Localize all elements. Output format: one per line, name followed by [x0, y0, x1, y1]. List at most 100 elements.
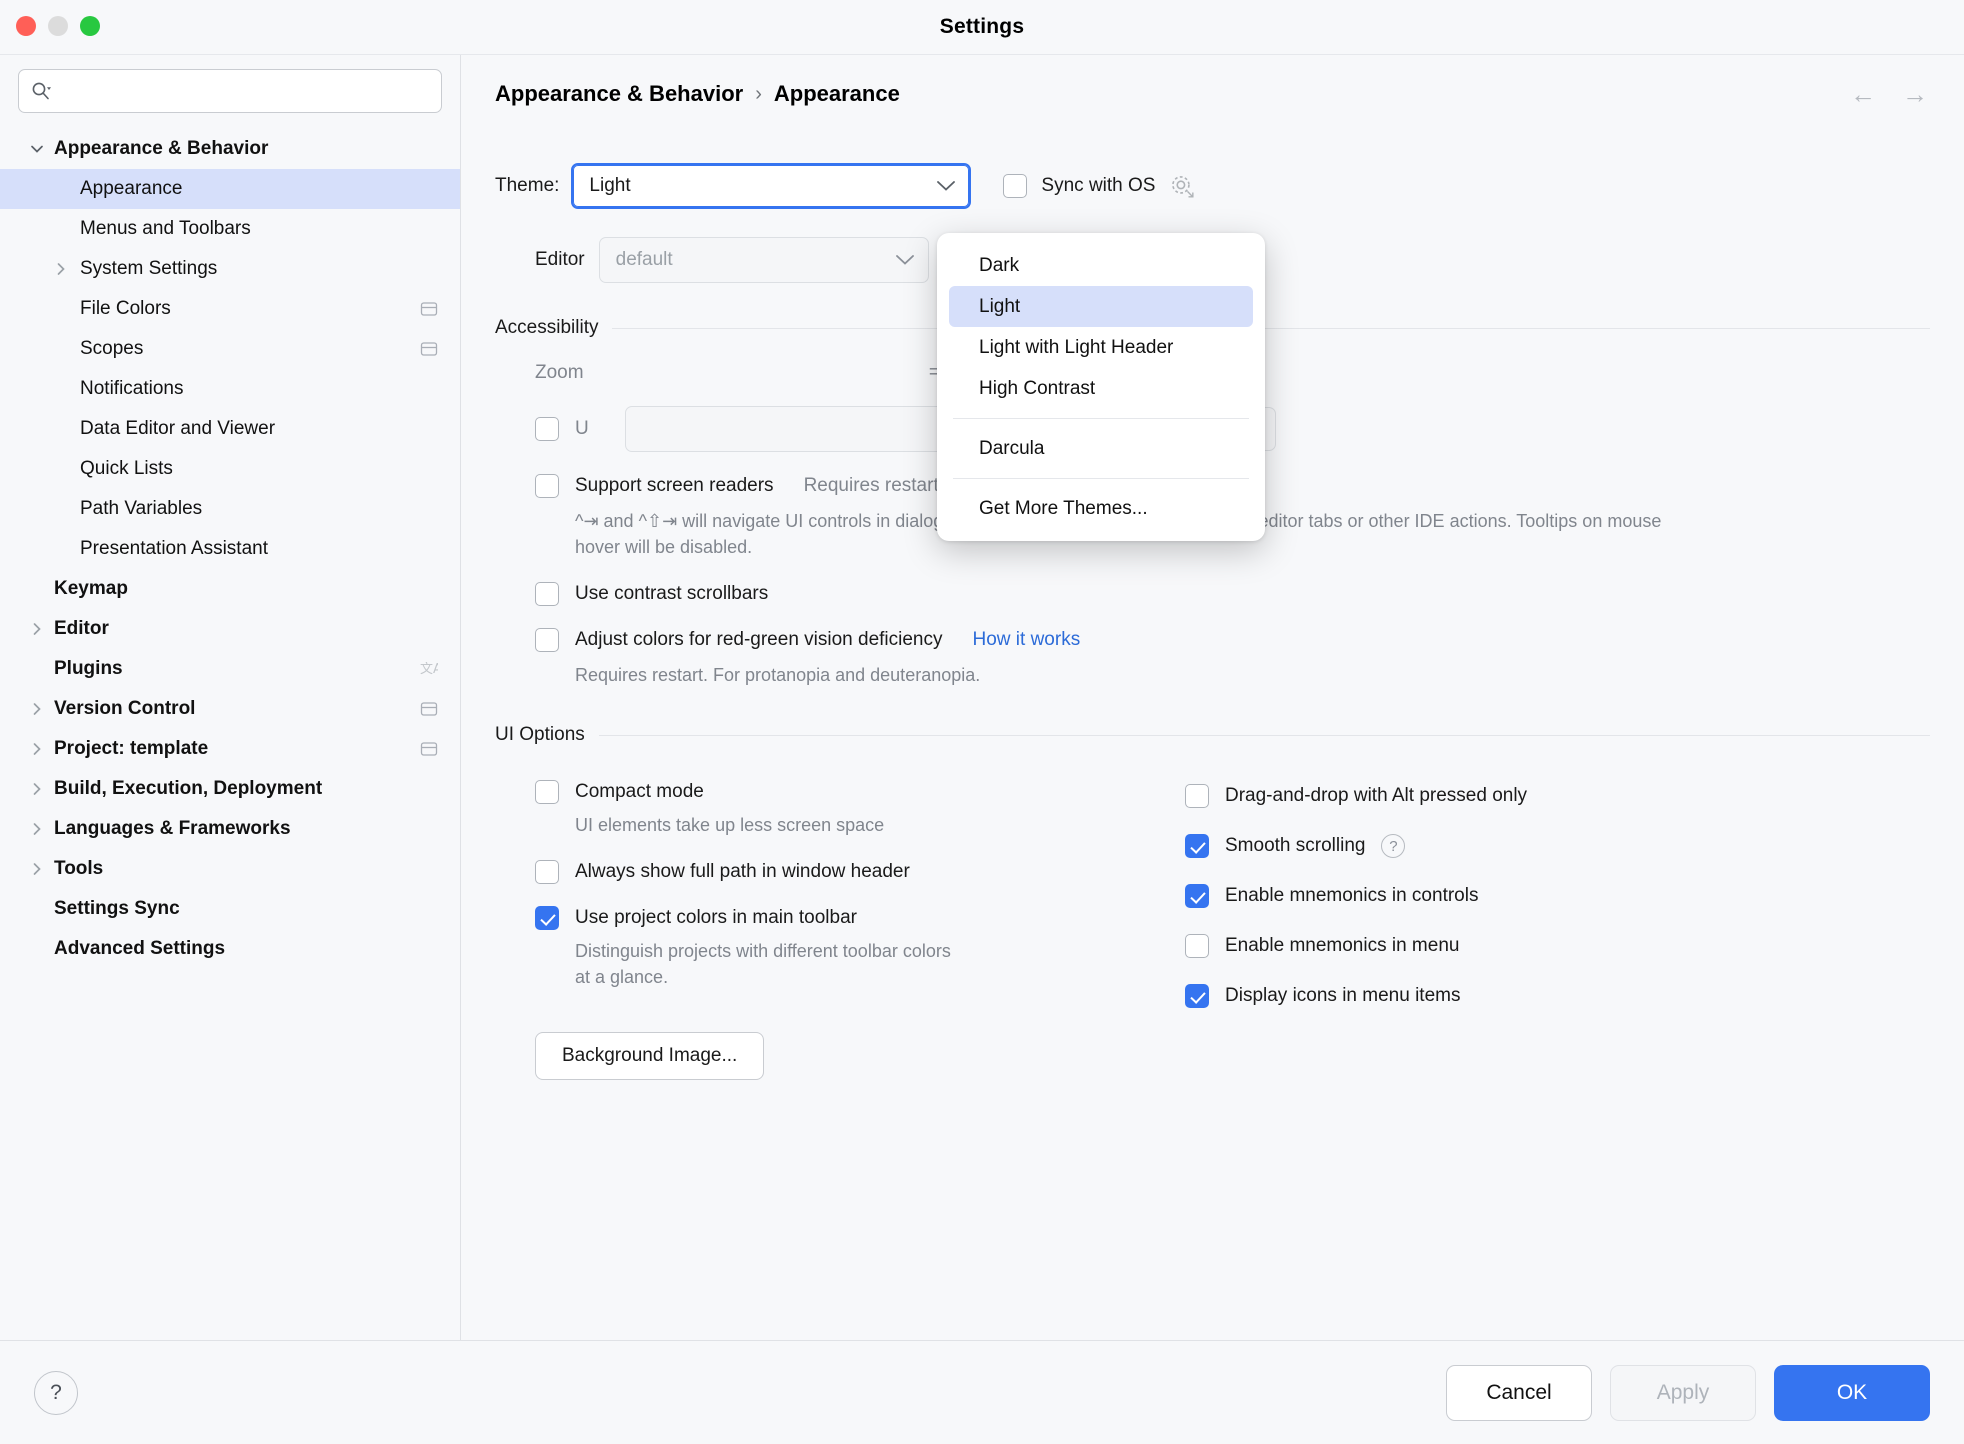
sidebar-item-build-execution-deployment[interactable]: Build, Execution, Deployment [0, 769, 460, 809]
ok-button[interactable]: OK [1774, 1365, 1930, 1421]
breadcrumb-root[interactable]: Appearance & Behavior [495, 81, 743, 107]
support-screen-readers-checkbox[interactable] [535, 474, 559, 498]
dialog-body: Appearance & Behavior Appearance Menus and… [0, 54, 1964, 1340]
sidebar-item-label: Tools [0, 858, 103, 880]
nav-arrows: ← → [1850, 81, 1928, 107]
editor-font-label: Editor [535, 249, 585, 271]
ui-option-compact-mode: Compact mode [495, 780, 1185, 804]
sidebar-item-label: Keymap [0, 578, 128, 600]
chevron-down-icon [937, 181, 955, 192]
sidebar-item-label: Quick Lists [0, 458, 173, 480]
drag-and-drop-with-alt-pressed-only-checkbox[interactable] [1185, 784, 1209, 808]
use-project-colors-in-main-toolbar-checkbox[interactable] [535, 906, 559, 930]
search-box[interactable] [18, 69, 442, 113]
smooth-scrolling-checkbox[interactable] [1185, 834, 1209, 858]
sidebar-item-label: Settings Sync [0, 898, 180, 920]
ui-option-always-show-full-path-in-window-header: Always show full path in window header [495, 860, 1185, 884]
sidebar-item-system-settings[interactable]: System Settings [0, 249, 460, 289]
use-project-colors-in-main-toolbar-description: Distinguish projects with different tool… [495, 938, 965, 990]
sidebar-item-data-editor-and-viewer[interactable]: Data Editor and Viewer [0, 409, 460, 449]
help-icon[interactable]: ? [1381, 834, 1405, 858]
adjust-colors-red-green-checkbox[interactable] [535, 628, 559, 652]
sidebar-item-languages-frameworks[interactable]: Languages & Frameworks [0, 809, 460, 849]
apply-button[interactable]: Apply [1610, 1365, 1756, 1421]
theme-option-get-more-themes[interactable]: Get More Themes... [949, 488, 1253, 529]
chevron-right-icon[interactable] [26, 738, 48, 760]
search-input[interactable] [55, 81, 441, 101]
close-window-icon[interactable] [16, 16, 36, 36]
editor-font-select[interactable]: default [599, 237, 929, 283]
chevron-right-icon[interactable] [26, 858, 48, 880]
sidebar-item-scopes[interactable]: Scopes [0, 329, 460, 369]
chevron-right-icon[interactable] [26, 618, 48, 640]
sidebar-item-project-template[interactable]: Project: template [0, 729, 460, 769]
chevron-down-icon[interactable] [26, 138, 48, 160]
sidebar-item-version-control[interactable]: Version Control [0, 689, 460, 729]
how-it-works-link[interactable]: How it works [973, 629, 1081, 651]
ui-options-grid: Compact mode UI elements take up less scr… [495, 762, 1930, 1008]
sidebar-item-label: Advanced Settings [0, 938, 225, 960]
theme-option-light-with-light-header[interactable]: Light with Light Header [949, 327, 1253, 368]
sidebar-item-label: Editor [0, 618, 109, 640]
sidebar-item-quick-lists[interactable]: Quick Lists [0, 449, 460, 489]
gear-icon[interactable] [1169, 173, 1195, 199]
theme-row: Theme: Light Sync with OS [495, 163, 1930, 209]
sidebar-item-presentation-assistant[interactable]: Presentation Assistant [0, 529, 460, 569]
traffic-light-buttons[interactable] [16, 16, 100, 36]
breadcrumb: Appearance & Behavior › Appearance [495, 81, 900, 107]
chevron-right-icon[interactable] [50, 258, 72, 280]
chevron-right-icon[interactable] [26, 698, 48, 720]
title-bar: Settings [0, 0, 1964, 54]
use-custom-font-label: U [575, 418, 589, 440]
sidebar-item-file-colors[interactable]: File Colors [0, 289, 460, 329]
theme-select[interactable]: Light [571, 163, 971, 209]
chevron-right-icon[interactable] [26, 818, 48, 840]
compact-mode-description: UI elements take up less screen space [495, 812, 965, 838]
sidebar-item-editor[interactable]: Editor [0, 609, 460, 649]
use-custom-font-checkbox[interactable] [535, 417, 559, 441]
theme-option-high-contrast[interactable]: High Contrast [949, 368, 1253, 409]
red-green-description: Requires restart. For protanopia and deu… [495, 662, 1495, 688]
sidebar-item-tools[interactable]: Tools [0, 849, 460, 889]
sidebar-item-settings-sync[interactable]: Settings Sync [0, 889, 460, 929]
sidebar-item-label: Menus and Toolbars [0, 218, 251, 240]
sidebar-item-label: Path Variables [0, 498, 202, 520]
sidebar-item-menus-and-toolbars[interactable]: Menus and Toolbars [0, 209, 460, 249]
theme-option-dark[interactable]: Dark [949, 245, 1253, 286]
compact-mode-checkbox[interactable] [535, 780, 559, 804]
enable-mnemonics-in-menu-checkbox[interactable] [1185, 934, 1209, 958]
red-green-row: Adjust colors for red-green vision defic… [495, 628, 1930, 652]
sidebar-item-path-variables[interactable]: Path Variables [0, 489, 460, 529]
window-title: Settings [0, 15, 1964, 39]
always-show-full-path-in-window-header-checkbox[interactable] [535, 860, 559, 884]
sync-with-os-checkbox[interactable] [1003, 174, 1027, 198]
theme-selected-value: Light [589, 175, 630, 197]
cancel-button[interactable]: Cancel [1446, 1365, 1592, 1421]
use-contrast-scrollbars-checkbox[interactable] [535, 582, 559, 606]
enable-mnemonics-in-controls-checkbox[interactable] [1185, 884, 1209, 908]
sidebar-item-appearance-behavior[interactable]: Appearance & Behavior [0, 129, 460, 169]
sidebar-item-notifications[interactable]: Notifications [0, 369, 460, 409]
sidebar-item-keymap[interactable]: Keymap [0, 569, 460, 609]
minimize-window-icon[interactable] [48, 16, 68, 36]
chevron-right-icon[interactable] [26, 778, 48, 800]
ui-option-enable-mnemonics-in-menu: Enable mnemonics in menu [1185, 934, 1930, 958]
ui-options-left-column: Compact mode UI elements take up less scr… [495, 762, 1185, 1008]
sidebar-item-label: Appearance [0, 178, 182, 200]
background-image-button[interactable]: Background Image... [535, 1032, 764, 1080]
sidebar-item-advanced-settings[interactable]: Advanced Settings [0, 929, 460, 969]
back-arrow-icon[interactable]: ← [1850, 81, 1876, 107]
maximize-window-icon[interactable] [80, 16, 100, 36]
sidebar-item-appearance[interactable]: Appearance [0, 169, 460, 209]
display-icons-in-menu-items-checkbox[interactable] [1185, 984, 1209, 1008]
help-button[interactable]: ? [34, 1371, 78, 1415]
sidebar-item-plugins[interactable]: Plugins文A [0, 649, 460, 689]
use-contrast-scrollbars-label: Use contrast scrollbars [575, 583, 768, 605]
support-screen-readers-label: Support screen readers [575, 475, 774, 497]
theme-option-light[interactable]: Light [949, 286, 1253, 327]
svg-text:文A: 文A [420, 662, 438, 677]
forward-arrow-icon[interactable]: → [1902, 81, 1928, 107]
dialog-footer: ? Cancel Apply OK [0, 1340, 1964, 1444]
theme-dropdown-menu[interactable]: DarkLightLight with Light HeaderHigh Con… [937, 233, 1265, 541]
theme-option-darcula[interactable]: Darcula [949, 428, 1253, 469]
